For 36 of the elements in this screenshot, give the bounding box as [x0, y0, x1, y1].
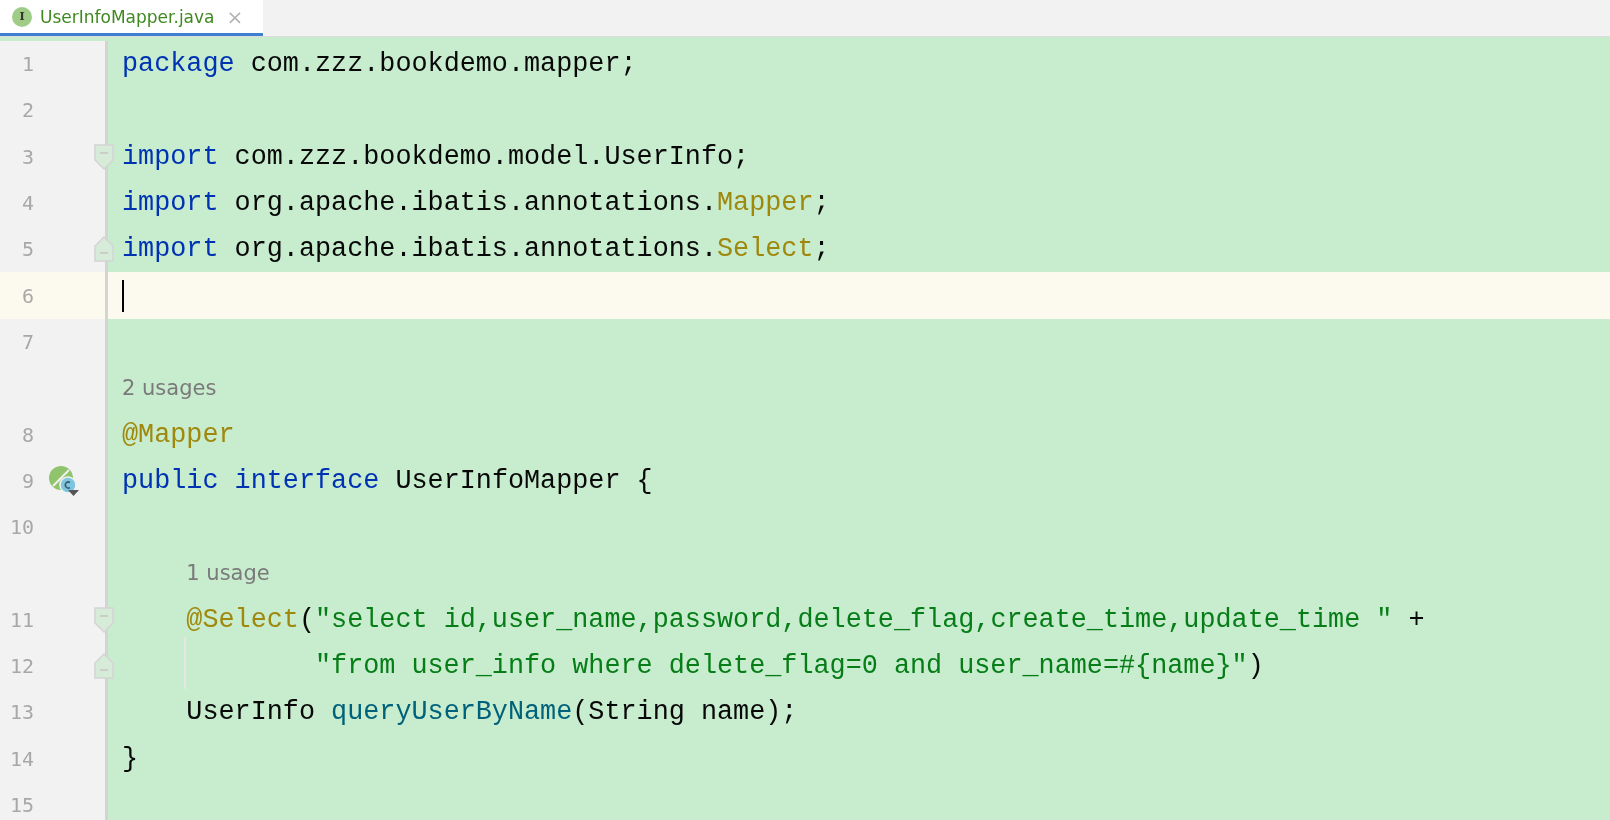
code-line: "from user_info where delete_flag=0 and user_name=#{name}"): [313, 651, 1264, 681]
line-number: 8: [20, 422, 34, 447]
usages-hint[interactable]: 2 usages: [122, 376, 217, 401]
usages-hint[interactable]: 1 usage: [186, 561, 270, 586]
text-caret: [122, 279, 124, 312]
fold-marker-icon[interactable]: [94, 606, 114, 633]
interface-file-icon: I: [12, 6, 32, 27]
line-number: 4: [20, 191, 34, 216]
line-number: 9: [20, 468, 34, 493]
line-number: 6: [20, 283, 34, 308]
close-icon[interactable]: ×: [226, 4, 244, 29]
line-number: 12: [8, 654, 34, 678]
line-number: 3: [20, 144, 34, 169]
fold-marker-icon[interactable]: [94, 652, 114, 679]
fold-marker-icon[interactable]: [94, 143, 114, 170]
line-number: 13: [8, 700, 34, 725]
code-line: package com.zzz.bookdemo.mapper;: [122, 49, 637, 80]
code-line: import org.apache.ibatis.annotations.Select;: [122, 234, 830, 265]
line-number: 14: [8, 746, 34, 771]
line-number: 15: [8, 792, 34, 817]
line-number: 1: [20, 52, 34, 77]
code-line: @Mapper: [122, 419, 235, 450]
code-line: @Select("select id,user_name,password,delete_flag,create_time,update_time " +: [185, 604, 1425, 635]
code-line: }: [122, 743, 139, 774]
line-number: 7: [20, 329, 34, 354]
file-tab[interactable]: I UserInfoMapper.java ×: [0, 0, 264, 36]
line-number: 2: [20, 98, 34, 123]
code-line: import com.zzz.bookdemo.model.UserInfo;: [122, 141, 750, 172]
line-number: 11: [8, 607, 34, 632]
implemented-marker-icon[interactable]: [48, 464, 80, 497]
fold-marker-icon[interactable]: [94, 236, 114, 263]
code-line: public interface UserInfoMapper {: [122, 465, 653, 496]
line-number: 5: [20, 237, 34, 262]
code-line: import org.apache.ibatis.annotations.Mapper;: [122, 188, 830, 219]
code-line: UserInfo queryUserByName(String name);: [185, 697, 798, 728]
line-number: 10: [8, 515, 34, 540]
